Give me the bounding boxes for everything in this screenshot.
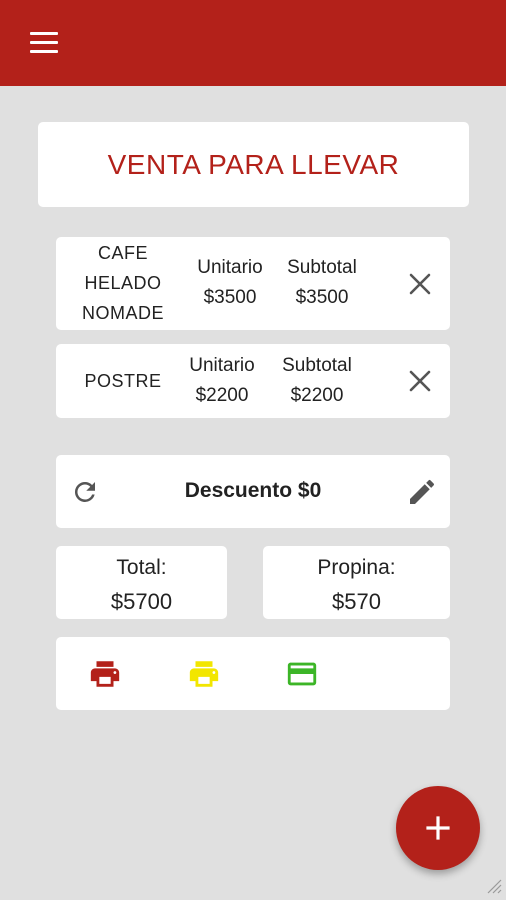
subtotal-value: $2200 xyxy=(290,385,344,406)
item-name-line: NOMADE xyxy=(81,303,164,323)
item-name-line: HELADO xyxy=(84,273,162,293)
order-type-title: VENTA PARA LLEVAR xyxy=(107,148,400,180)
unit-price: Unitario $3500 xyxy=(190,253,270,313)
app-bar xyxy=(0,0,506,86)
resize-grip-icon xyxy=(487,879,502,894)
remove-item-button[interactable] xyxy=(406,367,434,395)
print-receipt-button[interactable] xyxy=(88,657,122,691)
subtotal-value: $3500 xyxy=(295,287,349,308)
total-value: $5700 xyxy=(110,589,173,614)
close-icon xyxy=(409,273,431,295)
subtotal: Subtotal $2200 xyxy=(272,351,362,411)
add-item-button[interactable] xyxy=(396,786,480,870)
order-type-card: VENTA PARA LLEVAR xyxy=(38,122,469,207)
list-item: POSTRE Unitario $2200 Subtotal $2200 xyxy=(56,344,450,418)
discount-label: Descuento $0 xyxy=(184,479,322,502)
print-icon xyxy=(189,661,219,687)
print-icon xyxy=(90,661,120,687)
hamburger-menu-icon[interactable] xyxy=(28,31,60,55)
subtotal-label: Subtotal xyxy=(287,257,357,278)
close-icon xyxy=(409,370,431,392)
edit-pencil-icon xyxy=(410,479,435,504)
item-name-line: CAFE xyxy=(97,243,148,263)
unit-price-value: $2200 xyxy=(195,385,249,406)
tip-value: $570 xyxy=(332,589,381,614)
total-card: Total: $5700 xyxy=(56,546,227,619)
card-payment-button[interactable] xyxy=(285,657,319,691)
remove-item-button[interactable] xyxy=(406,270,434,298)
actions-card xyxy=(56,637,450,710)
list-item: CAFE HELADO NOMADE Unitario $3500 Subtot… xyxy=(56,237,450,330)
total-label: Total: xyxy=(116,556,167,579)
item-name: CAFE HELADO NOMADE xyxy=(68,238,178,328)
unit-price-label: Unitario xyxy=(189,355,255,376)
print-kitchen-button[interactable] xyxy=(187,657,221,691)
item-name-line: POSTRE xyxy=(84,371,162,391)
edit-discount-button[interactable] xyxy=(406,476,438,508)
tip-label: Propina: xyxy=(317,556,396,579)
tip-card: Propina: $570 xyxy=(263,546,450,619)
subtotal: Subtotal $3500 xyxy=(278,253,366,313)
unit-price: Unitario $2200 xyxy=(180,351,264,411)
credit-card-icon xyxy=(287,662,317,686)
unit-price-label: Unitario xyxy=(197,257,263,278)
item-name: POSTRE xyxy=(68,366,178,396)
subtotal-label: Subtotal xyxy=(282,355,352,376)
add-icon xyxy=(426,816,450,840)
discount-card: Descuento $0 xyxy=(56,455,450,528)
unit-price-value: $3500 xyxy=(203,287,257,308)
